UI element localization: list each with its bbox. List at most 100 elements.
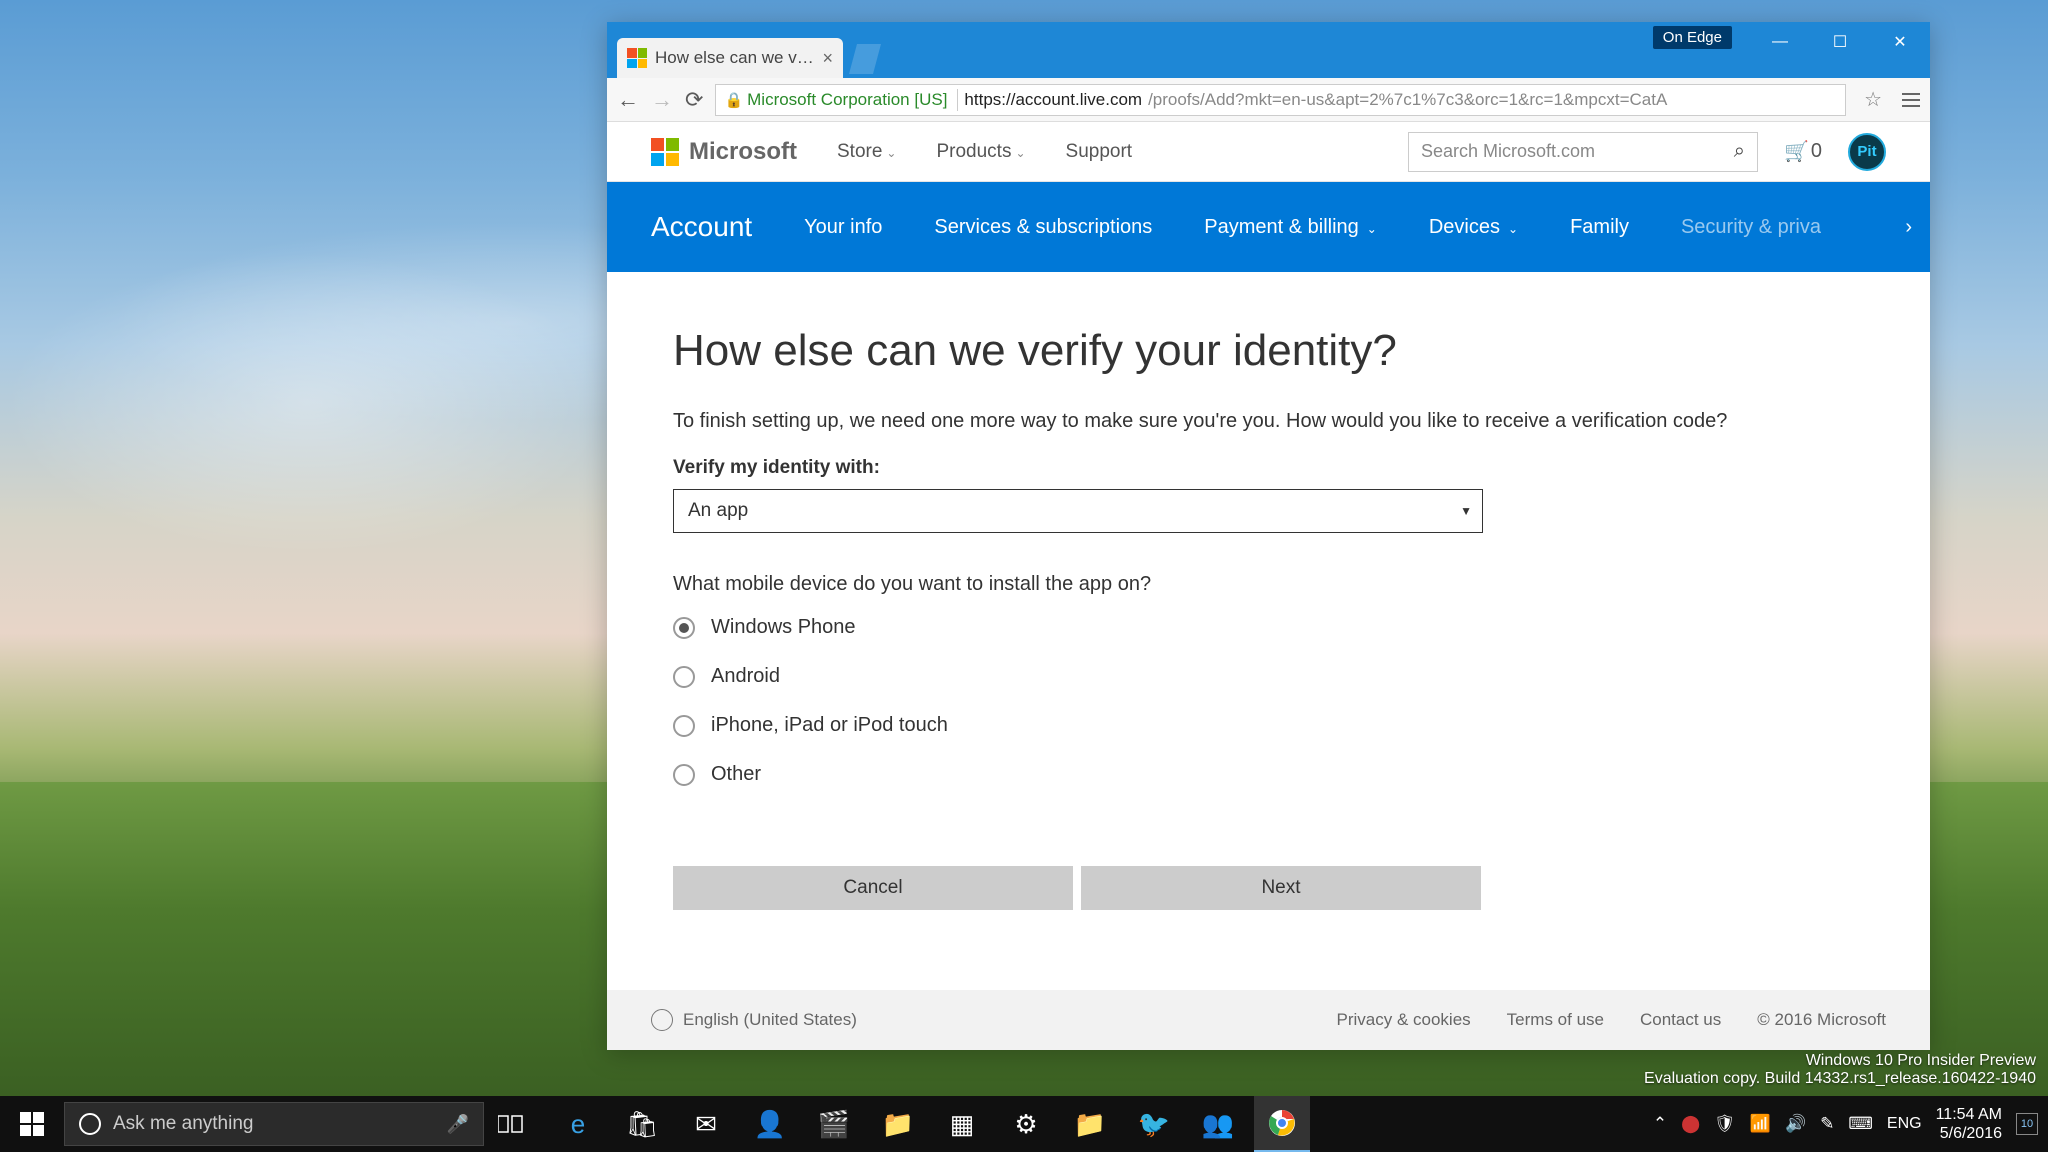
- window-close-button[interactable]: ✕: [1870, 22, 1930, 62]
- tab-close-icon[interactable]: ×: [822, 48, 833, 69]
- radio-label: iPhone, iPad or iPod touch: [711, 714, 948, 737]
- subnav-your-info[interactable]: Your info: [804, 216, 882, 239]
- subnav-payment[interactable]: Payment & billing ⌄: [1204, 216, 1377, 239]
- subnav-devices[interactable]: Devices⌄: [1429, 216, 1518, 239]
- radio-other[interactable]: Other: [673, 763, 1864, 786]
- cortana-search[interactable]: Ask me anything 🎤: [64, 1102, 484, 1146]
- forward-button[interactable]: →: [651, 87, 673, 113]
- taskbar-chrome[interactable]: [1254, 1096, 1310, 1152]
- cart-button[interactable]: 🛒0: [1784, 139, 1822, 164]
- browser-tab[interactable]: How else can we verify yo ×: [617, 38, 843, 78]
- microphone-icon[interactable]: 🎤: [447, 1114, 469, 1135]
- subnav-label: Devices: [1429, 216, 1500, 238]
- url-path: /proofs/Add?mkt=en-us&apt=2%7c1%7c3&orc=…: [1148, 90, 1667, 110]
- next-button[interactable]: Next: [1081, 866, 1481, 910]
- browser-titlebar: How else can we verify yo × On Edge — ☐ …: [607, 22, 1930, 78]
- taskbar-skype[interactable]: 👤: [742, 1096, 798, 1152]
- radio-windows-phone[interactable]: Windows Phone: [673, 616, 1864, 639]
- watermark-line2: Evaluation copy. Build 14332.rs1_release…: [1644, 1070, 2036, 1088]
- tray-wifi-icon[interactable]: 📶: [1750, 1114, 1771, 1134]
- global-nav: Store⌄ Products⌄ Support: [837, 141, 1132, 163]
- avatar-initials: Pit: [1857, 143, 1876, 160]
- page-lead: To finish setting up, we need one more w…: [673, 410, 1864, 433]
- system-tray: ⌃ ⬤ 🛡 📶 🔊 ✎ ⌨ ENG 11:54 AM 5/6/2016 10: [1653, 1105, 2048, 1143]
- cart-count: 0: [1811, 140, 1822, 163]
- ssl-badge[interactable]: 🔒 Microsoft Corporation [US]: [724, 90, 947, 110]
- start-button[interactable]: [0, 1112, 64, 1136]
- tray-volume-icon[interactable]: 🔊: [1785, 1114, 1806, 1134]
- browser-menu-button[interactable]: [1902, 93, 1920, 107]
- back-button[interactable]: ←: [617, 87, 639, 113]
- address-bar[interactable]: 🔒 Microsoft Corporation [US] https://acc…: [715, 84, 1846, 116]
- taskbar-explorer[interactable]: 📁: [870, 1096, 926, 1152]
- task-view-button[interactable]: [484, 1114, 540, 1134]
- taskbar-apps: e 🛍 ✉ 👤 🎬 📁 ▦ ⚙ 📁 🐦 👥: [550, 1096, 1310, 1152]
- subnav-label: Payment & billing: [1204, 216, 1359, 238]
- verify-method-select[interactable]: An app ▼: [673, 489, 1483, 533]
- chevron-down-icon: ⌄: [1367, 222, 1377, 236]
- taskbar-edge[interactable]: e: [550, 1096, 606, 1152]
- nav-store[interactable]: Store⌄: [837, 141, 896, 163]
- subnav-scroll-right-icon[interactable]: ›: [1905, 216, 1912, 239]
- action-center-icon[interactable]: 10: [2016, 1113, 2038, 1135]
- nav-products[interactable]: Products⌄: [936, 141, 1025, 163]
- browser-toolbar: ← → ⟳ 🔒 Microsoft Corporation [US] https…: [607, 78, 1930, 122]
- footer-copyright: © 2016 Microsoft: [1757, 1010, 1886, 1030]
- url-host: https://account.live.com: [964, 90, 1142, 110]
- subnav-family[interactable]: Family: [1570, 216, 1629, 239]
- favicon-microsoft-icon: [627, 48, 647, 68]
- taskbar-movies[interactable]: 🎬: [806, 1096, 862, 1152]
- subnav-brand[interactable]: Account: [651, 211, 752, 243]
- tray-time: 11:54 AM: [1936, 1105, 2002, 1124]
- tray-pen-icon[interactable]: ✎: [1820, 1114, 1834, 1134]
- taskbar: Ask me anything 🎤 e 🛍 ✉ 👤 🎬 📁 ▦ ⚙ 📁 🐦 👥 …: [0, 1096, 2048, 1152]
- window-maximize-button[interactable]: ☐: [1810, 22, 1870, 62]
- window-minimize-button[interactable]: —: [1750, 22, 1810, 62]
- taskbar-twitter[interactable]: 🐦: [1126, 1096, 1182, 1152]
- taskbar-settings[interactable]: ⚙: [998, 1096, 1054, 1152]
- radio-icon: [673, 617, 695, 639]
- taskbar-mail[interactable]: ✉: [678, 1096, 734, 1152]
- radio-icon: [673, 715, 695, 737]
- task-view-icon: [498, 1114, 526, 1134]
- device-question: What mobile device do you want to instal…: [673, 573, 1864, 596]
- taskbar-store[interactable]: 🛍: [614, 1096, 670, 1152]
- reload-button[interactable]: ⟳: [685, 87, 703, 113]
- subnav-security[interactable]: Security & priva: [1681, 216, 1821, 239]
- watermark-line1: Windows 10 Pro Insider Preview: [1644, 1052, 2036, 1070]
- microsoft-logo[interactable]: Microsoft: [651, 138, 797, 166]
- new-tab-button[interactable]: [849, 44, 881, 74]
- globe-icon: [651, 1009, 673, 1031]
- ssl-identity: Microsoft Corporation [US]: [747, 90, 947, 110]
- nav-support[interactable]: Support: [1066, 141, 1133, 163]
- radio-icon: [673, 764, 695, 786]
- tray-language[interactable]: ENG: [1887, 1115, 1922, 1133]
- cancel-button[interactable]: Cancel: [673, 866, 1073, 910]
- radio-iphone[interactable]: iPhone, iPad or iPod touch: [673, 714, 1864, 737]
- search-input[interactable]: Search Microsoft.com ⌕: [1408, 132, 1758, 172]
- cart-icon: 🛒: [1784, 139, 1809, 164]
- subnav-services[interactable]: Services & subscriptions: [934, 216, 1152, 239]
- tray-clock[interactable]: 11:54 AM 5/6/2016: [1936, 1105, 2002, 1143]
- tray-keyboard-icon[interactable]: ⌨: [1848, 1114, 1873, 1134]
- tray-defender-icon[interactable]: 🛡: [1714, 1114, 1736, 1134]
- bookmark-star-icon[interactable]: ☆: [1864, 87, 1882, 112]
- footer-privacy[interactable]: Privacy & cookies: [1337, 1010, 1471, 1030]
- on-edge-badge: On Edge: [1653, 26, 1732, 49]
- cortana-icon: [79, 1113, 101, 1135]
- radio-android[interactable]: Android: [673, 665, 1864, 688]
- chevron-down-icon: ▼: [1460, 504, 1472, 518]
- taskbar-app[interactable]: ▦: [934, 1096, 990, 1152]
- cortana-placeholder: Ask me anything: [113, 1113, 253, 1135]
- footer-terms[interactable]: Terms of use: [1507, 1010, 1604, 1030]
- footer-contact[interactable]: Contact us: [1640, 1010, 1721, 1030]
- taskbar-people[interactable]: 👥: [1190, 1096, 1246, 1152]
- select-value: An app: [688, 500, 748, 522]
- tray-onedrive-icon[interactable]: ⬤: [1681, 1114, 1700, 1134]
- avatar[interactable]: Pit: [1848, 133, 1886, 171]
- windows-watermark: Windows 10 Pro Insider Preview Evaluatio…: [1644, 1052, 2036, 1088]
- search-icon[interactable]: ⌕: [1734, 140, 1745, 163]
- taskbar-feedback[interactable]: 📁: [1062, 1096, 1118, 1152]
- language-selector[interactable]: English (United States): [651, 1009, 857, 1031]
- tray-overflow-icon[interactable]: ⌃: [1653, 1114, 1667, 1134]
